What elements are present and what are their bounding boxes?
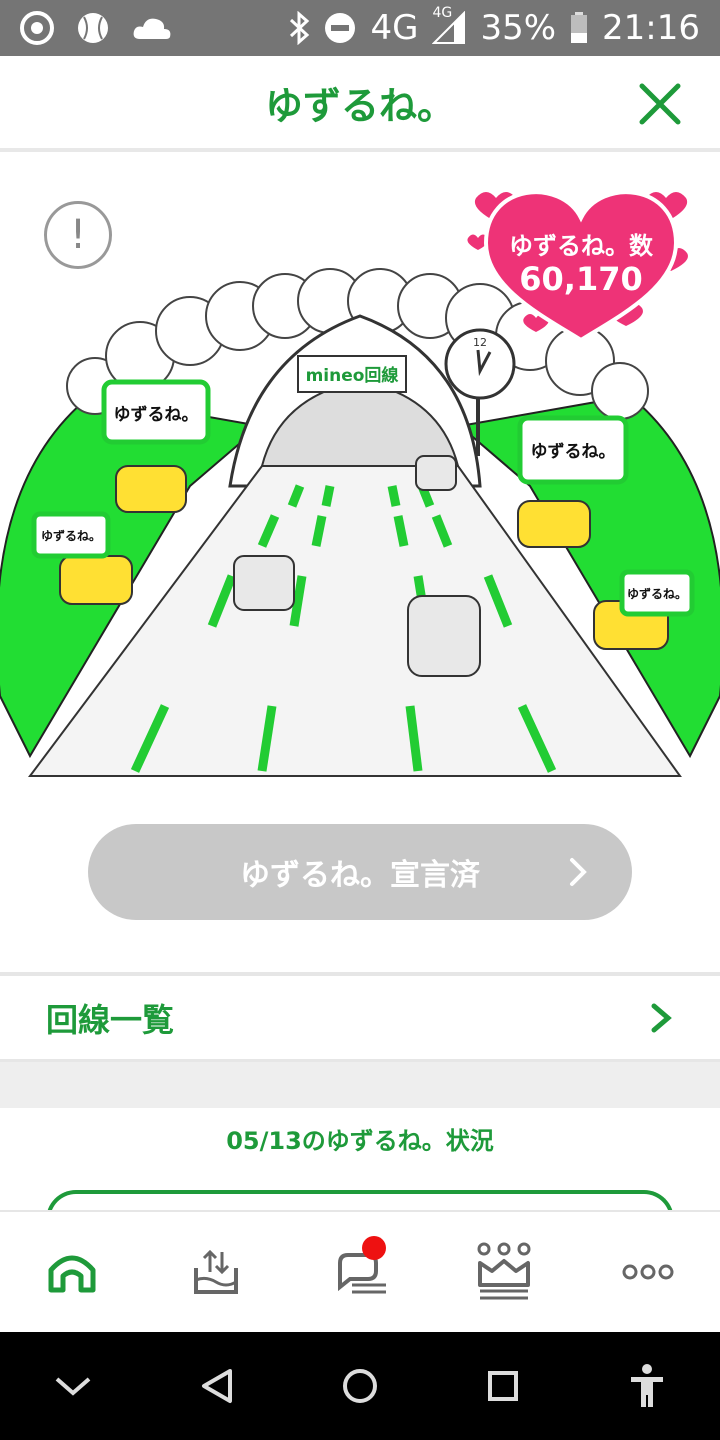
declared-button[interactable]: ゆずるね。宣言済 bbox=[88, 824, 632, 920]
chevron-right-icon bbox=[570, 858, 587, 886]
clock-time: 21:16 bbox=[602, 8, 700, 48]
accessibility-icon[interactable] bbox=[627, 1363, 667, 1409]
bubble-text-3: ゆずるね。 bbox=[531, 442, 616, 462]
section-gap bbox=[0, 1062, 720, 1108]
notification-dot bbox=[362, 1236, 386, 1260]
page-title: ゆずるね。 bbox=[264, 83, 455, 128]
chrome-icon bbox=[20, 11, 54, 45]
line-list-label: 回線一覧 bbox=[46, 1000, 175, 1039]
chevron-down-icon[interactable] bbox=[53, 1373, 93, 1399]
nav-upload[interactable] bbox=[156, 1222, 276, 1322]
nav-more[interactable] bbox=[588, 1222, 708, 1322]
app-header: ゆずるね。 bbox=[0, 56, 720, 152]
more-icon bbox=[622, 1264, 674, 1280]
do-not-disturb-icon bbox=[325, 13, 356, 43]
home-circle-icon[interactable] bbox=[341, 1367, 379, 1405]
declared-button-label: ゆずるね。宣言済 bbox=[240, 858, 480, 893]
bubble-text-1: ゆずるね。 bbox=[114, 405, 199, 425]
status-title-text: 05/13のゆずるね。状況 bbox=[226, 1126, 494, 1155]
line-list-row[interactable]: 回線一覧 bbox=[0, 976, 720, 1062]
battery-percent: 35% bbox=[480, 8, 557, 48]
nav-ranking[interactable] bbox=[444, 1222, 564, 1322]
crown-icon bbox=[477, 1242, 531, 1300]
back-icon[interactable] bbox=[200, 1367, 234, 1405]
info-icon[interactable]: ! bbox=[44, 201, 112, 269]
nav-home[interactable] bbox=[12, 1222, 132, 1322]
hero-section: mineo回線 12 ゆずるね。 ゆずるね。 ゆずるね。 ゆずるね。 ! ゆずる… bbox=[0, 156, 720, 976]
heart-label: ゆずるね。数 bbox=[509, 232, 653, 260]
status-title: 05/13のゆずるね。状況 bbox=[0, 1108, 720, 1168]
nav-chat[interactable] bbox=[300, 1222, 420, 1322]
network-type: 4G bbox=[370, 8, 419, 48]
bubble-text-2: ゆずるね。 bbox=[41, 528, 101, 543]
chevron-right-icon bbox=[651, 1003, 672, 1032]
heart-count: 60,170 bbox=[519, 260, 643, 298]
close-icon[interactable] bbox=[636, 80, 684, 128]
recents-icon[interactable] bbox=[486, 1369, 520, 1403]
bluetooth-icon bbox=[290, 11, 310, 45]
home-icon bbox=[48, 1255, 96, 1293]
bottom-nav bbox=[0, 1210, 720, 1332]
baseball-icon bbox=[78, 13, 108, 43]
signal-icon: 4G bbox=[432, 5, 466, 45]
bubble-text-4: ゆずるね。 bbox=[627, 586, 687, 601]
system-nav-bar bbox=[0, 1332, 720, 1440]
upload-tray-icon bbox=[194, 1249, 238, 1294]
battery-icon bbox=[571, 12, 588, 43]
status-bar: 4G 4G 35% 21:16 bbox=[0, 0, 720, 56]
tunnel-sign-text: mineo回線 bbox=[306, 365, 399, 386]
cloud-icon bbox=[133, 18, 171, 39]
